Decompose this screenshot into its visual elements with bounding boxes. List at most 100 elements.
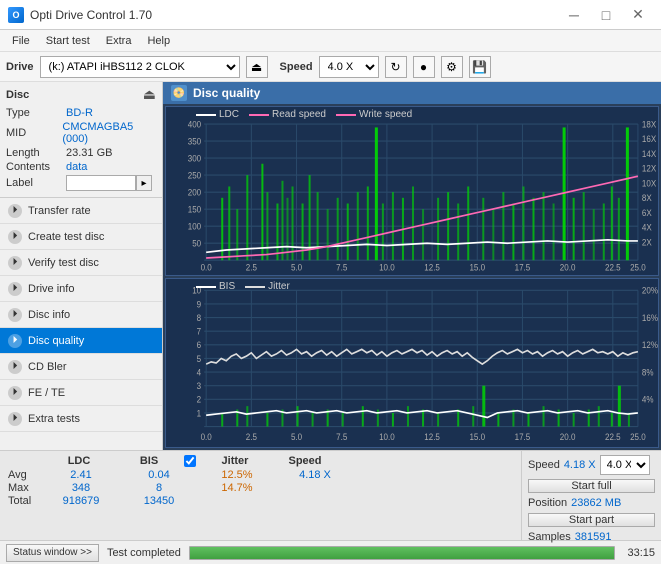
menu-help[interactable]: Help bbox=[139, 33, 178, 49]
drive-label: Drive bbox=[6, 61, 34, 73]
stats-max-ldc: 348 bbox=[46, 482, 116, 494]
stats-avg-bis: 0.04 bbox=[124, 469, 194, 481]
svg-text:10X: 10X bbox=[642, 178, 657, 189]
disc-contents-val: data bbox=[66, 161, 87, 173]
eject-button[interactable]: ⏏ bbox=[246, 56, 268, 78]
disc-label-input[interactable] bbox=[66, 175, 136, 191]
sidebar-item-fe-te[interactable]: ⏵ FE / TE bbox=[0, 380, 162, 406]
svg-text:22.5: 22.5 bbox=[605, 262, 621, 273]
svg-text:15.0: 15.0 bbox=[469, 262, 485, 273]
jitter-checkbox[interactable] bbox=[184, 455, 196, 467]
sidebar-item-drive-info[interactable]: ⏵ Drive info bbox=[0, 276, 162, 302]
svg-text:6X: 6X bbox=[642, 207, 652, 218]
speed-select[interactable]: 4.0 X bbox=[319, 56, 379, 78]
svg-text:12.5: 12.5 bbox=[424, 262, 440, 273]
speed-select-bottom[interactable]: 4.0 X bbox=[600, 455, 650, 475]
app-title: Opti Drive Control 1.70 bbox=[30, 8, 152, 22]
disc-length-key: Length bbox=[6, 147, 66, 159]
svg-text:7: 7 bbox=[197, 326, 202, 337]
refresh-button[interactable]: ↻ bbox=[385, 56, 407, 78]
disc-label-key: Label bbox=[6, 177, 66, 189]
svg-text:350: 350 bbox=[188, 136, 202, 147]
svg-text:2: 2 bbox=[197, 394, 202, 405]
stats-header: LDC BIS Jitter Speed bbox=[44, 455, 513, 467]
sidebar-item-fe-te-label: FE / TE bbox=[28, 387, 65, 399]
svg-text:12%: 12% bbox=[642, 340, 658, 351]
sidebar-item-verify-test-disc-label: Verify test disc bbox=[28, 257, 99, 269]
sidebar-item-cd-bler[interactable]: ⏵ CD Bler bbox=[0, 354, 162, 380]
stats-col-ldc: LDC bbox=[44, 455, 114, 467]
sidebar-item-disc-quality[interactable]: ⏵ Disc quality bbox=[0, 328, 162, 354]
extra-tests-icon: ⏵ bbox=[8, 412, 22, 426]
svg-text:2.5: 2.5 bbox=[246, 432, 257, 443]
status-time: 33:15 bbox=[627, 547, 655, 559]
start-part-button[interactable]: Start part bbox=[528, 513, 655, 527]
content-title: Disc quality bbox=[193, 86, 260, 100]
speed-info-label: Speed bbox=[528, 459, 560, 471]
disc-panel: Disc ⏏ Type BD-R MID CMCMAGBA5 (000) Len… bbox=[0, 82, 162, 198]
disc-quality-icon: ⏵ bbox=[8, 334, 22, 348]
sidebar-item-extra-tests[interactable]: ⏵ Extra tests bbox=[0, 406, 162, 432]
speed-info-row: Speed 4.18 X 4.0 X bbox=[528, 455, 655, 475]
stats-total-ldc: 918679 bbox=[46, 495, 116, 507]
statusbar: Status window >> Test completed 33:15 bbox=[0, 540, 661, 564]
svg-text:20.0: 20.0 bbox=[560, 262, 576, 273]
samples-val: 381591 bbox=[575, 531, 612, 543]
disc-label-btn[interactable]: ▸ bbox=[136, 175, 152, 191]
legend-jitter-label: Jitter bbox=[268, 281, 290, 292]
svg-text:3: 3 bbox=[197, 381, 202, 392]
sidebar-item-verify-test-disc[interactable]: ⏵ Verify test disc bbox=[0, 250, 162, 276]
status-window-button[interactable]: Status window >> bbox=[6, 544, 99, 562]
content-area: 📀 Disc quality LDC Read speed bbox=[163, 82, 661, 450]
titlebar-left: O Opti Drive Control 1.70 bbox=[8, 7, 152, 23]
svg-text:150: 150 bbox=[188, 204, 202, 215]
sidebar-item-cd-bler-label: CD Bler bbox=[28, 361, 67, 373]
svg-text:16X: 16X bbox=[642, 134, 657, 145]
settings-button[interactable]: ⚙ bbox=[441, 56, 463, 78]
sidebar-item-create-test-disc-label: Create test disc bbox=[28, 231, 104, 243]
svg-text:4X: 4X bbox=[642, 222, 652, 233]
burn-button[interactable]: ● bbox=[413, 56, 435, 78]
maximize-button[interactable]: □ bbox=[591, 5, 621, 25]
stats-col-bis: BIS bbox=[114, 455, 184, 467]
cd-bler-icon: ⏵ bbox=[8, 360, 22, 374]
svg-text:7.5: 7.5 bbox=[336, 262, 347, 273]
sidebar-item-create-test-disc[interactable]: ⏵ Create test disc bbox=[0, 224, 162, 250]
sidebar: Disc ⏏ Type BD-R MID CMCMAGBA5 (000) Len… bbox=[0, 82, 163, 450]
svg-text:9: 9 bbox=[197, 299, 202, 310]
svg-text:25.0: 25.0 bbox=[630, 262, 646, 273]
save-button[interactable]: 💾 bbox=[469, 56, 491, 78]
svg-text:250: 250 bbox=[188, 170, 202, 181]
stats-table: LDC BIS Jitter Speed Avg 2.41 0.04 12.5%… bbox=[0, 451, 521, 540]
stats-total-bis: 13450 bbox=[124, 495, 194, 507]
legend-write-speed-label: Write speed bbox=[359, 109, 412, 120]
menu-start-test[interactable]: Start test bbox=[38, 33, 98, 49]
menu-extra[interactable]: Extra bbox=[98, 33, 140, 49]
menu-file[interactable]: File bbox=[4, 33, 38, 49]
stats-avg-label: Avg bbox=[8, 469, 38, 481]
sidebar-item-extra-tests-label: Extra tests bbox=[28, 413, 80, 425]
svg-text:300: 300 bbox=[188, 153, 202, 164]
disc-eject-icon[interactable]: ⏏ bbox=[143, 86, 156, 103]
disc-mid-val: CMCMAGBA5 (000) bbox=[62, 121, 156, 145]
disc-label-row: Label ▸ bbox=[6, 175, 156, 191]
svg-text:8X: 8X bbox=[642, 193, 652, 204]
sidebar-item-transfer-rate[interactable]: ⏵ Transfer rate bbox=[0, 198, 162, 224]
legend-write-speed: Write speed bbox=[336, 109, 412, 120]
sidebar-item-disc-info[interactable]: ⏵ Disc info bbox=[0, 302, 162, 328]
content-header: 📀 Disc quality bbox=[163, 82, 661, 104]
samples-row: Samples 381591 bbox=[528, 531, 655, 543]
menubar: File Start test Extra Help bbox=[0, 30, 661, 52]
legend-jitter: Jitter bbox=[245, 281, 290, 292]
disc-type-row: Type BD-R bbox=[6, 107, 156, 119]
bottom-chart-legend: BIS Jitter bbox=[196, 281, 290, 292]
svg-text:5.0: 5.0 bbox=[291, 432, 302, 443]
svg-text:25.0: 25.0 bbox=[630, 432, 646, 443]
drive-select[interactable]: (k:) ATAPI iHBS112 2 CLOK bbox=[40, 56, 240, 78]
stats-max-label: Max bbox=[8, 482, 38, 494]
minimize-button[interactable]: ─ bbox=[559, 5, 589, 25]
start-full-button[interactable]: Start full bbox=[528, 479, 655, 493]
close-button[interactable]: ✕ bbox=[623, 5, 653, 25]
stats-col-speed: Speed bbox=[270, 455, 340, 467]
disc-type-val: BD-R bbox=[66, 107, 93, 119]
